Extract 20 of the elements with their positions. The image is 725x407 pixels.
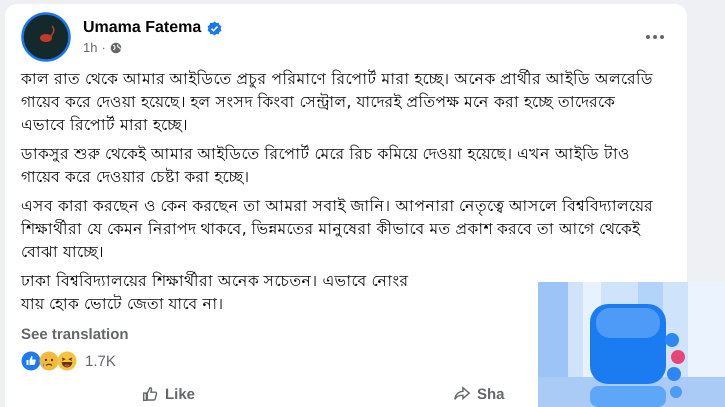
more-options-icon[interactable] (645, 34, 665, 40)
post-time[interactable]: 1h (83, 40, 98, 55)
sad-reaction-icon (39, 351, 59, 371)
author-name[interactable]: Umama Fatema (83, 19, 202, 37)
like-reaction-icon (21, 351, 41, 371)
post-text: ডাকসুর শুরু থেকেই আমার আইডিতে রিপোর্ট মেরে রিচ কমিয়ে দেওয়া হয়েছে। এখন আইডি টাও গায়েব করে দেওয়ার চেষ্টা করা হচ্ছে। (21, 143, 632, 188)
thumbs-up-icon (141, 385, 159, 403)
post-text: যায় হোক ভোটে জেতা যাবে না। (21, 293, 224, 315)
post-text: ঢাকা বিশ্ববিদ্যালয়ের শিক্ষার্থীরা অনেক সচেতন। এভাবে নোংর (21, 270, 409, 292)
avatar-icon[interactable] (21, 12, 71, 62)
globe-icon (110, 42, 122, 54)
see-translation-link[interactable]: See translation (21, 326, 129, 343)
share-icon (453, 385, 472, 403)
action-label[interactable]: Sha (477, 386, 505, 402)
post-text: কাল রাত থেকে আমার আইডিতে প্রচুর পরিমাণে রিপোর্ট মারা হচ্ছে। অনেক প্রার্থীর আইডি অলরেডি গায়েব করে দেওয়া হয়েছে। হল সংসদ কিংবা সেন্ট্রাল, যাদেরই প্রতিপক্ষ মনে করা হচ্ছে তাদেরকে এভাবে রিপোর্ট মারা হচ্ছে। (21, 68, 654, 136)
reaction-count[interactable]: 1.7K (85, 352, 116, 370)
post-text: এসব কারা করছেন ও কেন করছেন তা আমরা সবাই জানি। আপনারা নেতৃত্বে আসলে বিশ্ববিদ্যালয়ের শিক্ষার্থীরা যে কেমন নিরাপদ থাকবে, ভিন্নমতের মানুষেরা কীভাবে মত প্রকাশ করবে তা আগে থেকেই বোঝা যাচ্ছে। (21, 196, 654, 263)
separator-dot: · (101, 40, 106, 55)
laughing-reaction-icon (57, 351, 77, 371)
action-label[interactable]: Like (165, 386, 196, 402)
